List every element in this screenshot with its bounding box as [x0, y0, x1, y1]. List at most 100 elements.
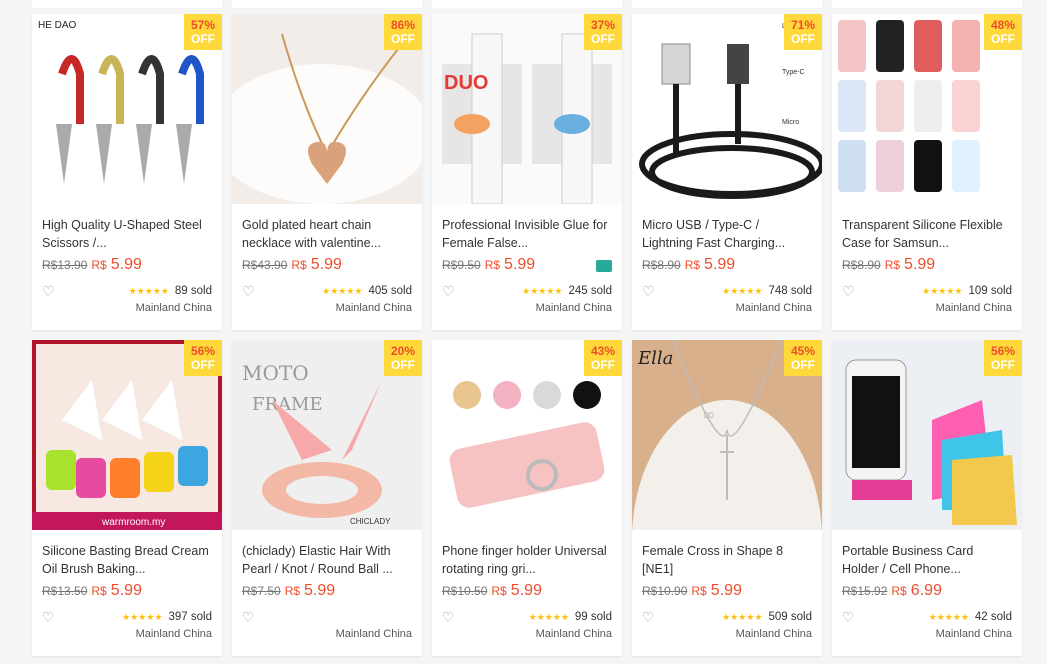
meta-row: ♡ ★★★★★ 397 sold — [42, 608, 212, 626]
like-heart-icon[interactable]: ♡ — [642, 283, 658, 300]
original-price: R$43.90 — [242, 258, 288, 272]
meta-row: ♡ ★★★★★ 99 sold — [442, 608, 612, 626]
currency-symbol: R$ — [284, 584, 301, 598]
product-title[interactable]: Professional Invisible Glue for Female F… — [442, 216, 612, 252]
product-card[interactable]: 43% OFF Phone finger holder Universal rot… — [432, 340, 622, 656]
brand-text: CHICLADY — [350, 517, 391, 526]
product-card[interactable]: 86% OFF Gold plated heart chain necklace … — [232, 14, 422, 330]
rating-stars-icon: ★★★★★ — [122, 611, 163, 622]
product-image[interactable]: warmroom.my 56% OFF — [32, 340, 222, 530]
price-row: R$8.90 R$ 5.99 — [842, 256, 1012, 278]
product-title[interactable]: Gold plated heart chain necklace with va… — [242, 216, 412, 252]
svg-text:Type-C: Type-C — [782, 69, 805, 76]
like-heart-icon[interactable]: ♡ — [442, 609, 458, 626]
original-price: R$7.50 — [242, 584, 281, 598]
discount-badge: 48% OFF — [984, 14, 1022, 50]
sold-count: 509 sold — [768, 611, 812, 623]
product-image[interactable]: 86% OFF — [232, 14, 422, 204]
discount-badge: 43% OFF — [584, 340, 622, 376]
product-title[interactable]: Portable Business Card Holder / Cell Pho… — [842, 542, 1012, 578]
product-title[interactable]: Silicone Basting Bread Cream Oil Brush B… — [42, 542, 212, 578]
ship-location: Mainland China — [735, 628, 812, 640]
like-heart-icon[interactable]: ♡ — [842, 609, 858, 626]
product-card[interactable]: ∞ Ella 45% OFF Female Cross in Shape 8 [N… — [632, 340, 822, 656]
price-row: R$15.92 R$ 6.99 — [842, 582, 1012, 604]
sale-price: 5.99 — [704, 256, 736, 273]
rating-stars-icon: ★★★★★ — [528, 611, 569, 622]
sold-count: 405 sold — [368, 285, 412, 297]
svg-text:Micro: Micro — [782, 119, 799, 126]
product-title[interactable]: Phone finger holder Universal rotating r… — [442, 542, 612, 578]
product-title[interactable]: High Quality U-Shaped Steel Scissors /..… — [42, 216, 212, 252]
sold-count: 89 sold — [174, 285, 212, 297]
price-row: R$9.50 R$ 5.99 — [442, 256, 612, 278]
like-heart-icon[interactable]: ♡ — [242, 609, 258, 626]
meta-row: ♡ ★★★★★ 89 sold — [42, 282, 212, 300]
like-heart-icon[interactable]: ♡ — [642, 609, 658, 626]
original-price: R$13.50 — [42, 584, 88, 598]
meta-row: ♡ ★★★★★ 748 sold — [642, 282, 812, 300]
discount-badge: 45% OFF — [784, 340, 822, 376]
product-image[interactable]: 43% OFF — [432, 340, 622, 530]
currency-symbol: R$ — [891, 584, 907, 598]
sale-price: 5.99 — [504, 256, 536, 273]
discount-badge: 20% OFF — [384, 340, 422, 376]
product-title[interactable]: (chiclady) Elastic Hair With Pearl / Kno… — [242, 542, 412, 578]
svg-text:MOTO: MOTO — [242, 361, 309, 385]
product-card[interactable]: 56% OFF Portable Business Card Holder / C… — [832, 340, 1022, 656]
discount-badge: 86% OFF — [384, 14, 422, 50]
rating-stars-icon: ★★★★★ — [322, 285, 363, 296]
product-title[interactable]: Female Cross in Shape 8 [NE1] — [642, 542, 812, 578]
original-price: R$9.50 — [442, 258, 481, 272]
discount-badge: 57% OFF — [184, 14, 222, 50]
product-image[interactable]: HE DAO 57% OFF — [32, 14, 222, 204]
meta-row: ♡ ★★★★★ 405 sold — [242, 282, 412, 300]
sold-count: 748 sold — [768, 285, 812, 297]
product-card[interactable]: warmroom.my 56% OFF Silicone Basting Brea… — [32, 340, 222, 656]
like-heart-icon[interactable]: ♡ — [842, 283, 858, 300]
currency-symbol: R$ — [91, 258, 107, 272]
sale-price: 5.99 — [510, 582, 542, 599]
product-image[interactable]: DUO 37% OFF — [432, 14, 622, 204]
brand-text: HE DAO — [38, 20, 77, 31]
sold-count: 245 sold — [568, 285, 612, 297]
sold-count: 109 sold — [968, 285, 1012, 297]
meta-row: ♡ ★★★★★ 509 sold — [642, 608, 812, 626]
ship-location: Mainland China — [535, 628, 612, 640]
original-price: R$8.90 — [642, 258, 681, 272]
like-heart-icon[interactable]: ♡ — [442, 283, 458, 300]
svg-text:FRAME: FRAME — [252, 394, 323, 415]
product-grid: HE DAO 57% OFF High Quality U-Shaped Stee… — [32, 14, 1022, 656]
product-title[interactable]: Transparent Silicone Flexible Case for S… — [842, 216, 1012, 252]
product-image[interactable]: Lightning Type-C Micro 71%OFF — [632, 14, 822, 204]
discount-badge: 56% OFF — [184, 340, 222, 376]
price-row: R$13.90 R$ 5.99 — [42, 256, 212, 278]
product-image[interactable]: ∞ Ella 45% OFF — [632, 340, 822, 530]
like-heart-icon[interactable]: ♡ — [42, 283, 58, 300]
original-price: R$8.90 — [842, 258, 881, 272]
like-heart-icon[interactable]: ♡ — [242, 283, 258, 300]
currency-symbol: R$ — [91, 584, 107, 598]
like-heart-icon[interactable]: ♡ — [42, 609, 58, 626]
product-card[interactable]: DUO 37% OFF Professional Invisible Glue f… — [432, 14, 622, 330]
product-card[interactable]: Lightning Type-C Micro 71%OFF Micro USB … — [632, 14, 822, 330]
price-row: R$10.90 R$ 5.99 — [642, 582, 812, 604]
product-image[interactable]: 56% OFF — [832, 340, 1022, 530]
currency-symbol: R$ — [691, 584, 707, 598]
currency-symbol: R$ — [684, 258, 701, 272]
product-title[interactable]: Micro USB / Type-C / Lightning Fast Char… — [642, 216, 812, 252]
meta-row: ♡ ★★★★★ 42 sold — [842, 608, 1012, 626]
sold-count: 99 sold — [574, 611, 612, 623]
ship-location: Mainland China — [935, 302, 1012, 314]
sale-price: 5.99 — [710, 582, 742, 599]
product-card[interactable]: HE DAO 57% OFF High Quality U-Shaped Stee… — [32, 14, 222, 330]
product-card[interactable]: 48% OFF Transparent Silicone Flexible Cas… — [832, 14, 1022, 330]
product-image[interactable]: MOTO FRAME CHICLADY 20% OFF — [232, 340, 422, 530]
original-price: R$10.90 — [642, 584, 688, 598]
product-image[interactable]: 48% OFF — [832, 14, 1022, 204]
free-shipping-icon — [596, 260, 612, 272]
ship-location: Mainland China — [735, 302, 812, 314]
meta-row: ♡ ★★★★★ 245 sold — [442, 282, 612, 300]
product-card[interactable]: MOTO FRAME CHICLADY 20% OFF (chiclady) El… — [232, 340, 422, 656]
rating-stars-icon: ★★★★★ — [522, 285, 563, 296]
